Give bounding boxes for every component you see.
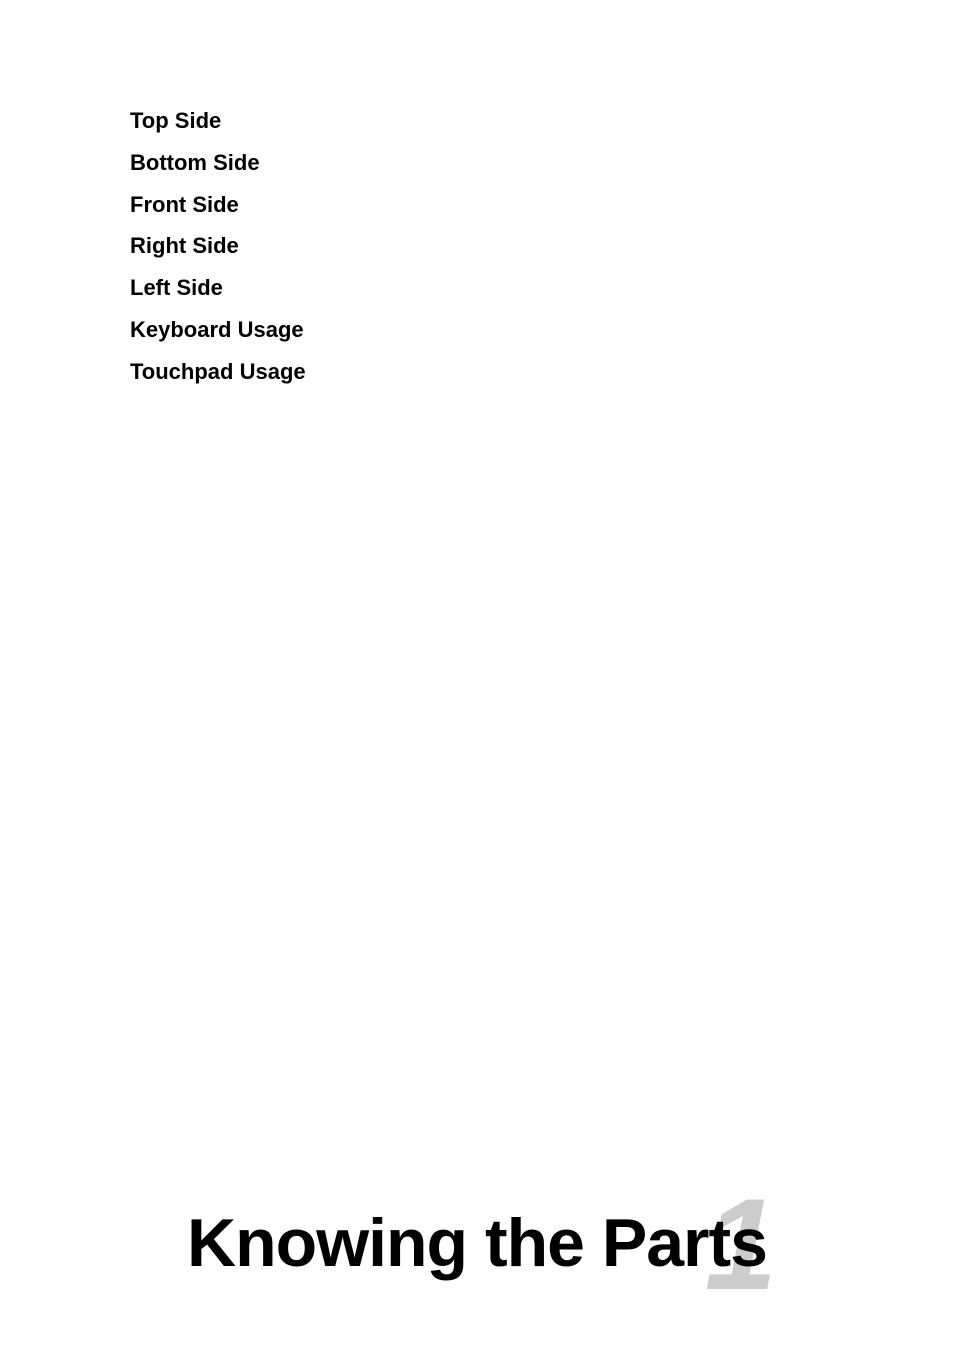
toc-item-top-side[interactable]: Top Side (130, 100, 824, 142)
toc-item-front-side[interactable]: Front Side (130, 184, 824, 226)
toc-item-touchpad-usage[interactable]: Touchpad Usage (130, 351, 824, 393)
page: Top SideBottom SideFront SideRight SideL… (0, 0, 954, 1357)
toc-item-right-side[interactable]: Right Side (130, 225, 824, 267)
toc-item-keyboard-usage[interactable]: Keyboard Usage (130, 309, 824, 351)
chapter-section: 1 Knowing the Parts (0, 1209, 954, 1277)
toc-item-bottom-side[interactable]: Bottom Side (130, 142, 824, 184)
toc-item-left-side[interactable]: Left Side (130, 267, 824, 309)
chapter-title-wrapper: 1 Knowing the Parts (187, 1209, 767, 1277)
toc-list: Top SideBottom SideFront SideRight SideL… (130, 100, 824, 393)
chapter-title: Knowing the Parts (187, 1205, 767, 1281)
